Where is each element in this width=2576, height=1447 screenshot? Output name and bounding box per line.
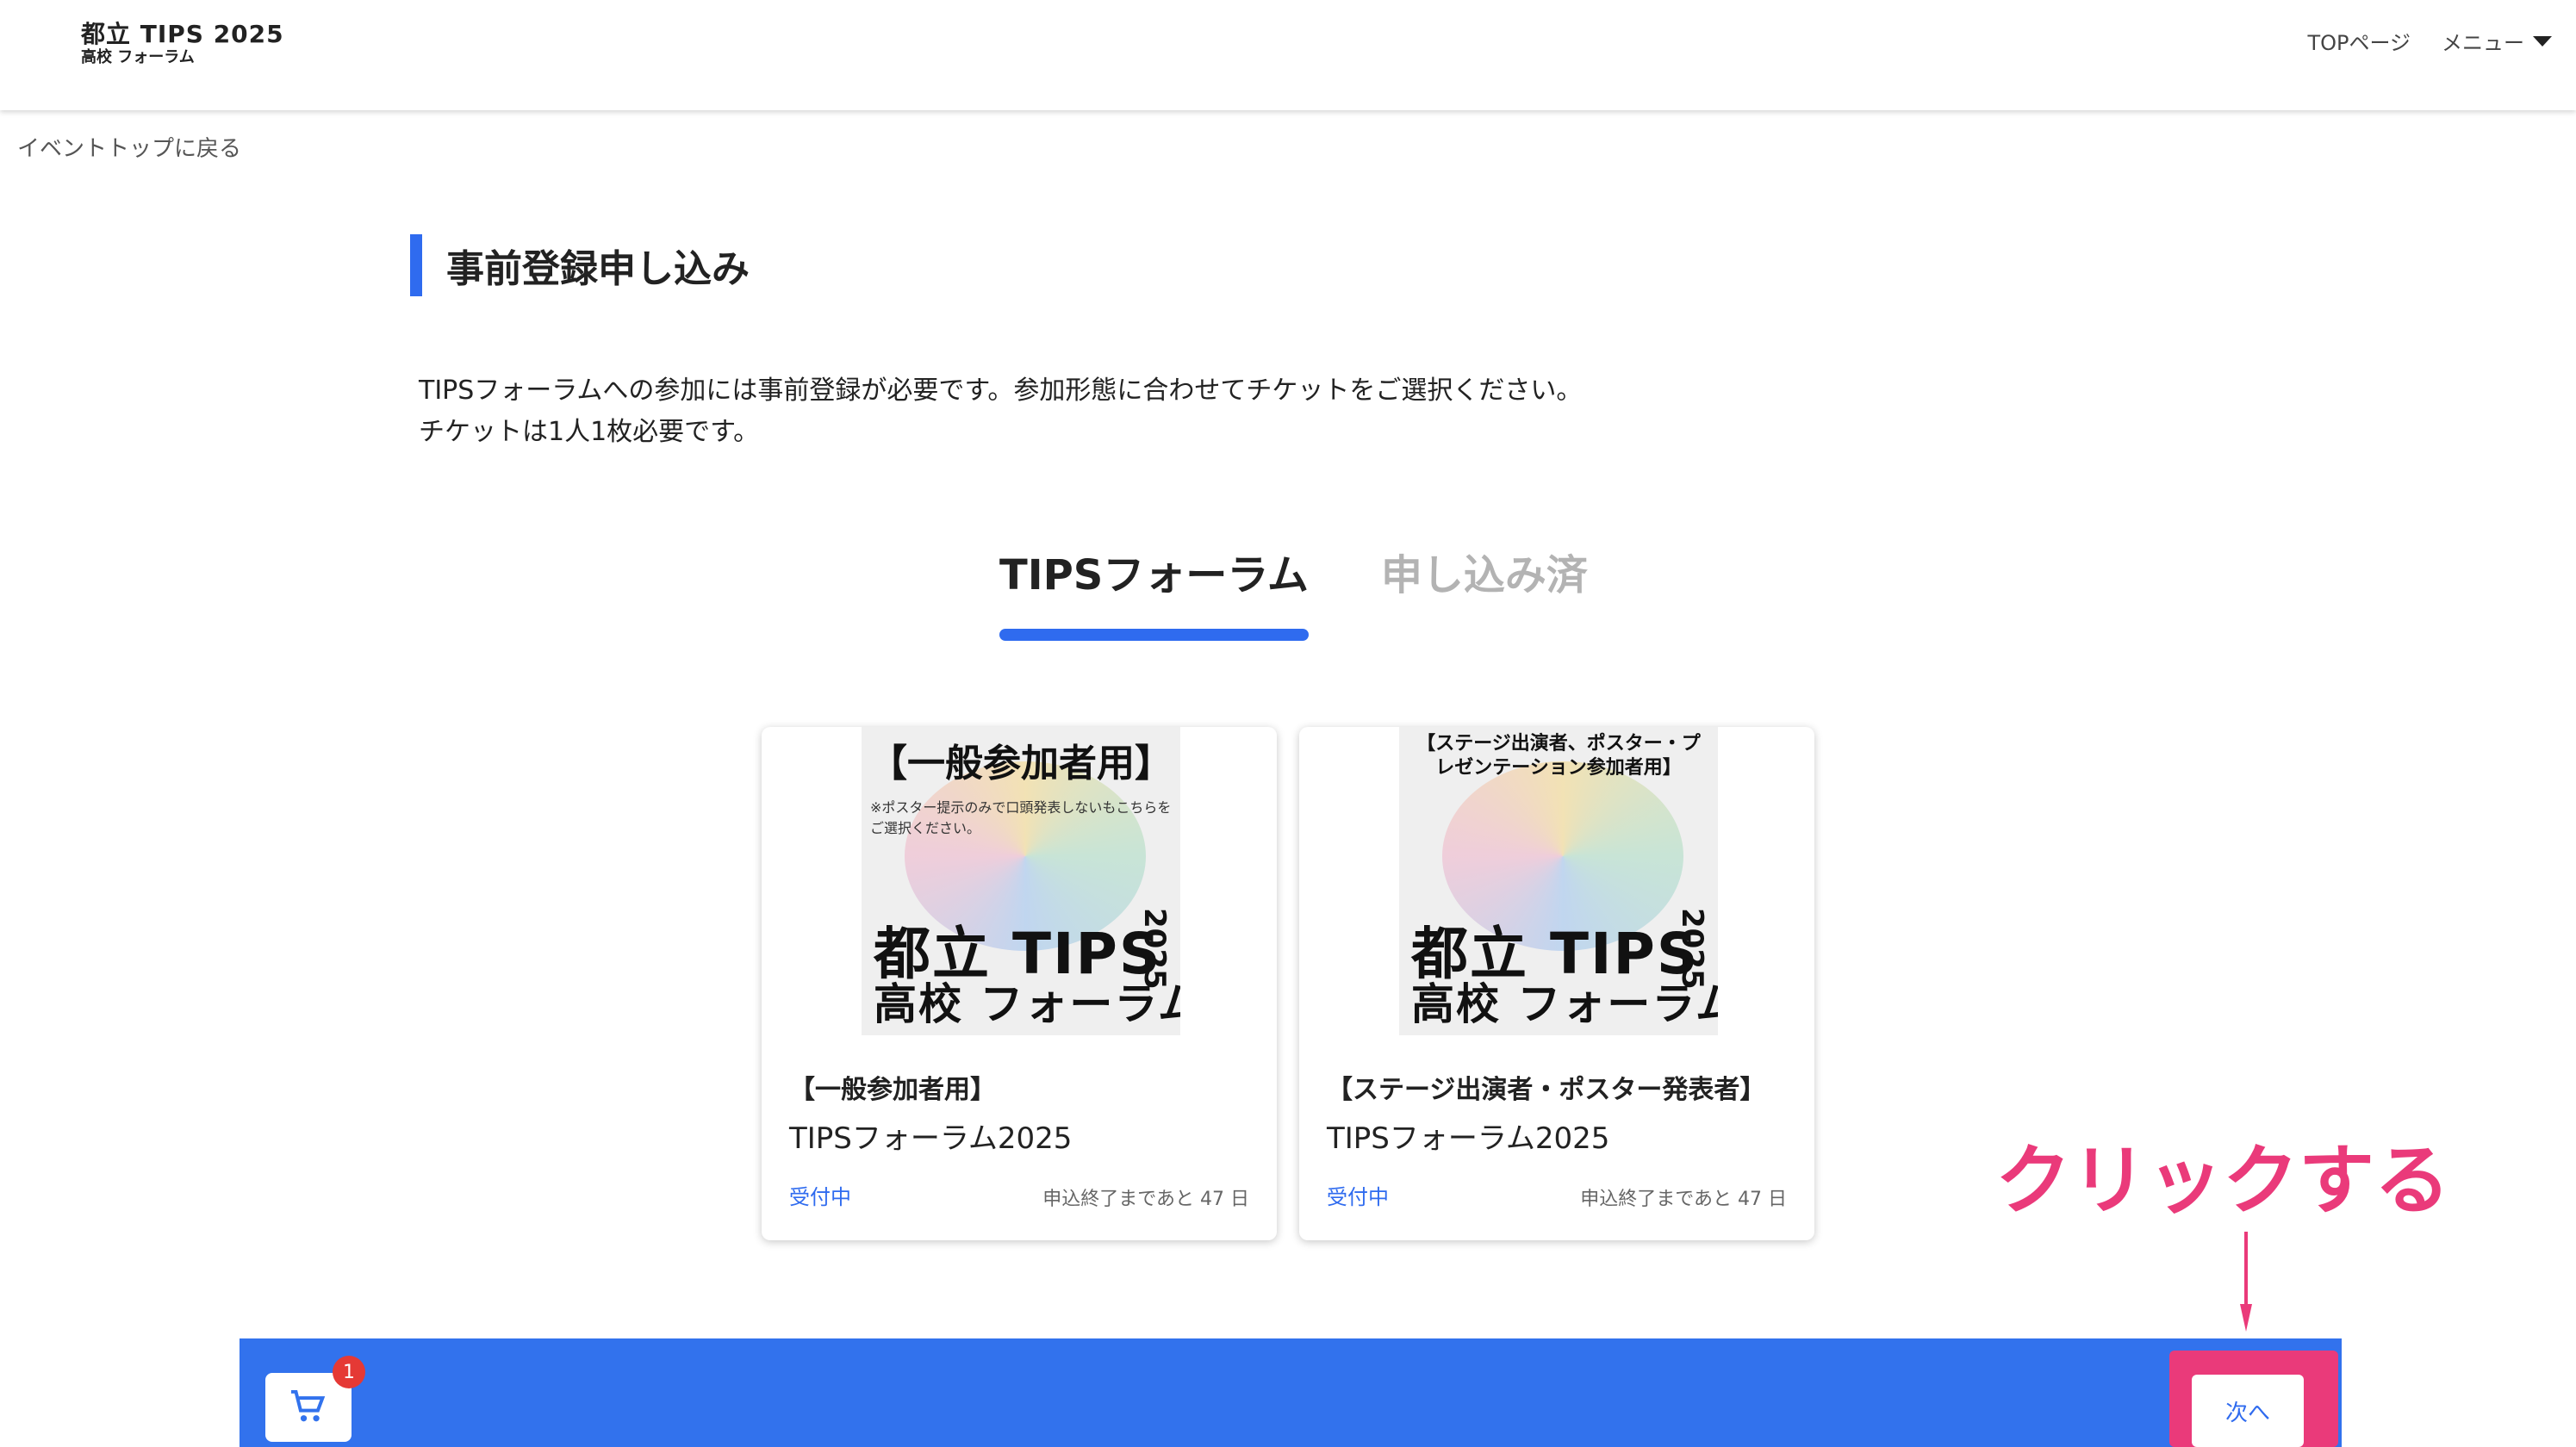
ticket-name: TIPSフォーラム2025 (789, 1121, 1073, 1156)
thumb-caption: 【一般参加者用】 (869, 742, 1173, 786)
cart-count-badge: 1 (333, 1356, 365, 1388)
tab-applied-label: 申し込み済 (1380, 551, 1588, 599)
thumb-caption: 【ステージ出演者、ポスター・プレゼンテーション参加者用】 (1416, 733, 1701, 779)
intro-line2: チケットは1人1枚必要です。 (419, 417, 760, 447)
back-to-event-link[interactable]: イベントトップに戻る (17, 131, 241, 163)
section-title: 事前登録申し込み (410, 234, 750, 296)
nav-top-link[interactable]: TOPページ (2307, 26, 2411, 56)
tab-tips-forum[interactable]: TIPSフォーラム (999, 541, 1309, 641)
next-button-highlight: 次へ (2169, 1351, 2338, 1447)
tab-tips-forum-label: TIPSフォーラム (999, 551, 1309, 599)
logo-line2: 高校 フォーラム (81, 48, 195, 66)
ticket-name: TIPSフォーラム2025 (1327, 1121, 1610, 1156)
nav-menu-dropdown[interactable]: メニュー (2442, 26, 2552, 56)
nav-menu-label: メニュー (2442, 31, 2524, 55)
click-annotation: クリックする (1995, 1136, 2451, 1225)
title-accent-bar (410, 234, 422, 296)
ticket-tag: 【ステージ出演者・ポスター発表者】 (1327, 1075, 1766, 1105)
thumb-year: 2025 (1675, 908, 1709, 990)
bottom-action-bar: 1 次へ (240, 1338, 2342, 1447)
ticket-status: 受付中 (789, 1185, 851, 1209)
ticket-thumbnail: 【一般参加者用】 ※ポスター提示のみで口頭発表しないもこちらをご選択ください。 … (862, 727, 1180, 1035)
thumb-year: 2025 (1137, 908, 1172, 990)
ticket-thumbnail: 【ステージ出演者、ポスター・プレゼンテーション参加者用】 都立 TIPS 高校 … (1399, 727, 1718, 1035)
tab-applied[interactable]: 申し込み済 (1381, 541, 1588, 601)
intro-line1: TIPSフォーラムへの参加には事前登録が必要です。参加形態に合わせてチケットをご… (419, 376, 1583, 406)
logo-line1: 都立 TIPS 2025 (81, 20, 284, 48)
cart-icon (291, 1390, 326, 1422)
ticket-deadline: 申込終了まであと 47 日 (1580, 1189, 1787, 1210)
next-button[interactable]: 次へ (2192, 1375, 2304, 1447)
active-tab-indicator (999, 629, 1309, 641)
site-header: 都立 TIPS 2025 高校 フォーラム TOPページ メニュー (0, 0, 2576, 110)
caret-down-icon (2533, 35, 2552, 47)
top-nav: TOPページ メニュー (2307, 26, 2552, 56)
thumb-logo-line2: 高校 フォーラム (874, 979, 1180, 1029)
site-logo[interactable]: 都立 TIPS 2025 高校 フォーラム (81, 20, 284, 69)
thumb-logo-line2: 高校 フォーラム (1411, 979, 1718, 1029)
ticket-deadline: 申込終了まであと 47 日 (1042, 1189, 1249, 1210)
ticket-card-stage-poster[interactable]: 【ステージ出演者、ポスター・プレゼンテーション参加者用】 都立 TIPS 高校 … (1299, 727, 1814, 1240)
ticket-status: 受付中 (1327, 1185, 1389, 1209)
ticket-card-general[interactable]: 【一般参加者用】 ※ポスター提示のみで口頭発表しないもこちらをご選択ください。 … (762, 727, 1277, 1240)
intro-text: TIPSフォーラムへの参加には事前登録が必要です。参加形態に合わせてチケットをご… (419, 370, 1582, 453)
thumb-note: ※ポスター提示のみで口頭発表しないもこちらをご選択ください。 (870, 799, 1172, 836)
page-title: 事前登録申し込み (446, 247, 750, 291)
arrow-down-icon (2240, 1232, 2252, 1332)
ticket-tabs: TIPSフォーラム 申し込み済 (999, 541, 1588, 641)
ticket-tag: 【一般参加者用】 (789, 1075, 996, 1105)
